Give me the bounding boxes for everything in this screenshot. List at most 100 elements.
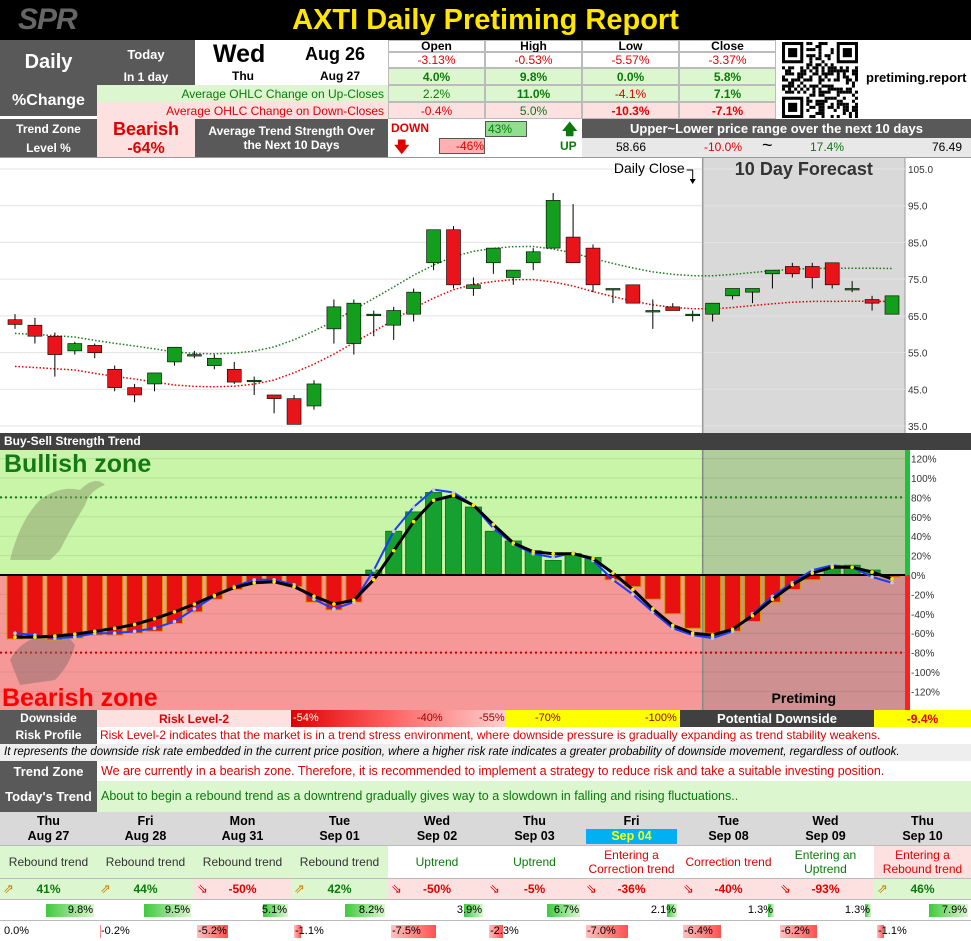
forecast-low: -5.2%: [198, 925, 227, 937]
ohlc-next-cell: 0.0%: [582, 68, 679, 85]
candle-body: [246, 379, 262, 383]
forecast-trend: Entering a Rebound trend: [874, 845, 971, 878]
strength-bar: [66, 574, 84, 639]
forecast-strength: -5%: [523, 882, 546, 896]
forecast-day-7: Tue Sep 08 Correction trend ⇘ -40% 1.3% -6.4%: [680, 812, 777, 941]
forecast-low: -1.1%: [878, 925, 907, 937]
forecast-point: [152, 626, 157, 631]
strength-bar-chart: 120% 100% 80% 60% 40% 20% 0% -20% -40% -60% -80% -1…: [0, 450, 971, 712]
forecast-weekday: Mon: [229, 814, 256, 828]
strength-chart-title: Buy-Sell Strength Trend: [4, 434, 141, 448]
forecast-point: [132, 629, 137, 634]
forecast-table: Thu Aug 27 Rebound trend ⇗ 41% 9.8% 0.0% Fri Aug…: [0, 812, 971, 941]
forecast-day-6: Fri Sep 04 Entering a Correction trend ⇘ -36…: [583, 812, 680, 941]
range-values: 58.66 -10.0% ~ 17.4% 76.49: [582, 135, 971, 157]
qr-code-icon[interactable]: [782, 42, 858, 118]
price-ytick: 65.0: [908, 312, 928, 323]
downside-risk-label: Downside Risk Profile: [0, 710, 97, 744]
page-title: AXTI Daily Pretiming Report: [292, 3, 679, 36]
ohlc-header-cell: Open: [388, 39, 485, 53]
strength-ytick: -120%: [911, 687, 940, 698]
candle-body: [266, 394, 282, 399]
candle-body: [7, 319, 23, 325]
candle-body: [167, 346, 182, 363]
forecast-low: -7.0%: [587, 925, 616, 937]
forecast-weekday: Fri: [623, 814, 640, 828]
forecast-trend: Entering a Correction trend: [583, 845, 680, 878]
smooth-point: [611, 571, 615, 575]
ohlc-down-cell: -7.1%: [679, 102, 776, 119]
candle-body: [725, 288, 740, 297]
forecast-date: Sep 03: [514, 829, 555, 843]
forecast-weekday: Fri: [137, 814, 154, 828]
forecast-label: 10 Day Forecast: [735, 159, 873, 179]
forecast-date: Sep 01: [319, 829, 360, 843]
forecast-strength: 41%: [36, 882, 61, 896]
forecast-point: [870, 575, 874, 579]
strength-ytick: 0%: [911, 571, 926, 582]
forecast-trend: Correction trend: [680, 845, 777, 878]
today-day: Wed: [213, 40, 266, 68]
candle-body: [545, 200, 561, 249]
smooth-point: [850, 565, 854, 570]
strength-bar: [86, 574, 104, 636]
ohlc-up-cell: 11.0%: [485, 85, 582, 102]
trend-zone-text: We are currently in a bearish zone. Ther…: [101, 764, 885, 778]
level-label: Level %: [26, 140, 71, 155]
ohlc-next-cell: 4.0%: [388, 68, 485, 85]
trend-zone-value: Bearish: [112, 119, 180, 139]
candle-body: [864, 299, 880, 304]
forecast-high: 7.9%: [941, 904, 967, 916]
ohlc-down-cell: 5.0%: [485, 102, 582, 119]
forecast-strength: -36%: [617, 882, 646, 896]
smooth-point: [371, 578, 376, 582]
trend-level-value: -64%: [127, 139, 165, 157]
trend-strength-gauge: DOWN 🡇 -46% 43% 🡅 UP: [388, 119, 582, 157]
smooth-point: [332, 602, 336, 606]
candle-body: [705, 302, 720, 315]
up-label: UP: [560, 139, 577, 153]
forecast-point: [551, 555, 555, 560]
candle-body: [745, 288, 760, 293]
smooth-point: [810, 571, 815, 575]
up-value: 43%: [488, 122, 513, 136]
smooth-point: [72, 632, 77, 636]
range-label: Upper~Lower price range over the next 10…: [582, 119, 971, 138]
trend-zone-row-label: Trend Zone: [0, 761, 97, 781]
forecast-high: 3.9%: [456, 904, 482, 916]
site-link[interactable]: pretiming.report: [866, 70, 966, 85]
strength-bar: [544, 559, 562, 576]
smooth-point: [770, 597, 775, 602]
forecast-strength: -50%: [228, 882, 257, 896]
range-high-pct: 17.4%: [810, 140, 845, 154]
candle-body: [386, 310, 402, 326]
ohlc-table: Open High Low Close -3.13% -0.53% -5.57% -3.37%…: [388, 39, 776, 119]
smooth-point: [710, 633, 715, 637]
forecast-day-0: Thu Aug 27 Rebound trend ⇗ 41% 9.8% 0.0%: [0, 812, 97, 941]
strength-bar: [704, 574, 722, 634]
forecast-day-8: Wed Sep 09 Entering an Uptrend ⇘ -93% 1.3% -6.…: [777, 812, 874, 941]
forecast-high: 1.3%: [747, 904, 773, 916]
range-tilde: ~: [762, 135, 773, 155]
candle-body: [187, 354, 202, 357]
forecast-date: Sep 04: [586, 829, 677, 844]
price-ytick: 95.0: [908, 202, 928, 213]
title-bar: SPR AXTI Daily Pretiming Report: [0, 0, 971, 40]
forecast-high: 9.8%: [67, 904, 93, 916]
candle-body: [525, 251, 541, 264]
forecast-day-3: Tue Sep 01 Rebound trend ⇗ 42% 8.2% -1.1%: [291, 812, 388, 941]
price-ytick: 45.0: [908, 385, 928, 396]
daily-close-label: Daily Close: [614, 160, 685, 176]
candle-body: [147, 372, 162, 385]
candle-body: [127, 387, 142, 396]
strength-ytick: 80%: [911, 493, 931, 504]
risk-note: It represents the downside risk rate emb…: [0, 744, 971, 761]
smooth-point: [431, 498, 436, 503]
smooth-point: [571, 551, 575, 556]
candle-body: [107, 368, 122, 388]
smooth-point: [790, 582, 795, 587]
candle-body: [844, 288, 860, 291]
risk-level: Risk Level-2: [97, 710, 291, 727]
risk-scale-100: -100%: [645, 712, 677, 724]
forecast-point: [431, 487, 436, 492]
